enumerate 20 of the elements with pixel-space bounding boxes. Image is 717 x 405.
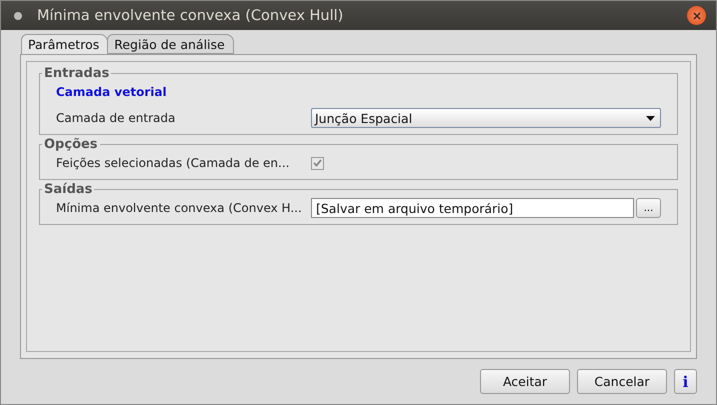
tab[interactable]: Região de análise <box>107 34 234 54</box>
group-title: Entradas <box>43 66 110 81</box>
dialog-button[interactable]: Cancelar <box>577 369 667 394</box>
dialog-button[interactable]: Aceitar <box>480 369 570 394</box>
close-icon <box>692 12 700 20</box>
field-label: Mínima envolvente convexa (Convex H... <box>56 201 303 215</box>
tab[interactable]: Parâmetros <box>21 34 108 54</box>
caret-icon <box>646 116 655 120</box>
output-file-field[interactable]: [Salvar em arquivo temporário] <box>311 198 634 218</box>
window-title: Mínima envolvente convexa (Convex Hull) <box>37 8 344 24</box>
layer-dropdown[interactable]: Junção Espacial <box>311 108 661 128</box>
field-label: Feições selecionadas (Camada de en... <box>56 156 290 170</box>
browse-button[interactable]: ... <box>636 198 661 218</box>
window-menu-icon[interactable] <box>13 10 23 20</box>
info-button[interactable]: i <box>674 369 697 394</box>
group-title: Saídas <box>43 182 94 197</box>
field-label: Camada de entrada <box>56 111 176 125</box>
section-heading: Camada vetorial <box>56 85 167 99</box>
group-title: Opções <box>43 137 99 152</box>
close-button[interactable] <box>687 6 706 25</box>
